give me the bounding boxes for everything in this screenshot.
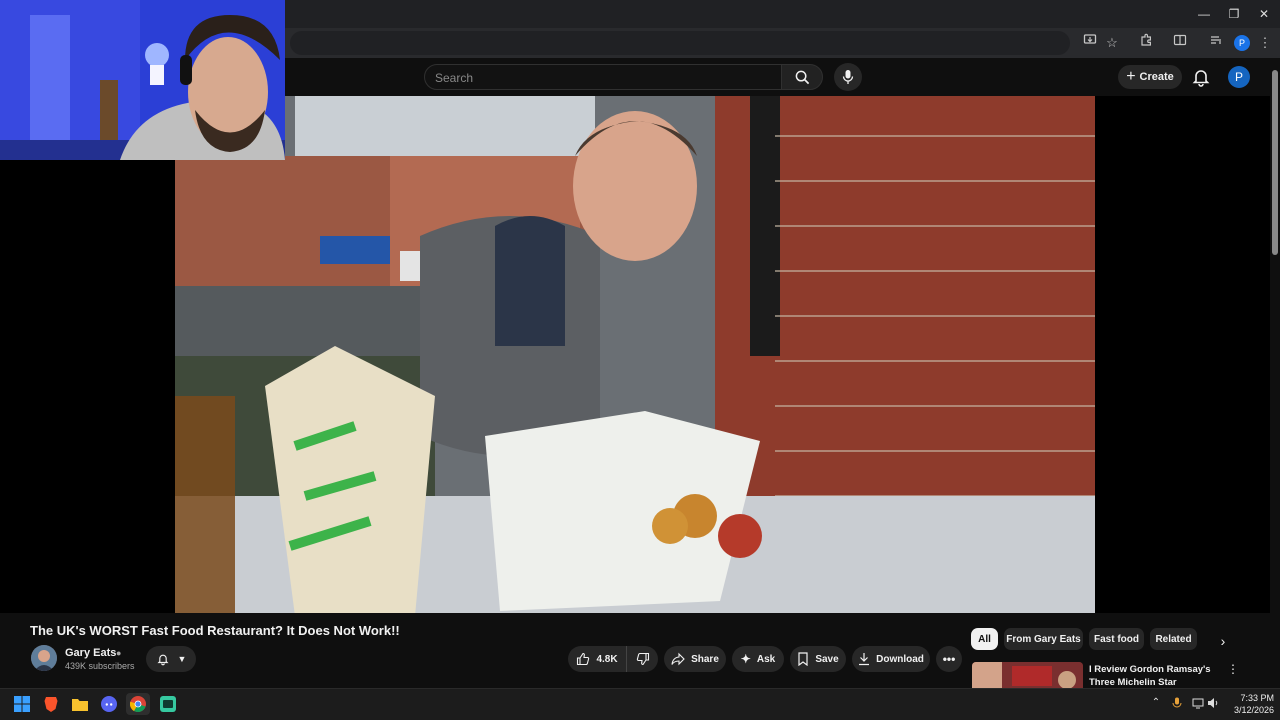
save-button[interactable]: Save xyxy=(790,646,846,672)
restore-button[interactable]: ❐ xyxy=(1223,4,1245,24)
voice-search-button[interactable] xyxy=(834,63,862,91)
more-horizontal-icon: ••• xyxy=(942,652,956,666)
channel-name[interactable]: Gary Eats xyxy=(65,647,116,659)
dislike-button[interactable] xyxy=(626,646,658,672)
video-title: The UK's WORST Fast Food Restaurant? It … xyxy=(30,623,400,638)
create-button[interactable]: + Create xyxy=(1118,65,1182,89)
share-label: Share xyxy=(691,653,719,665)
webcam-overlay xyxy=(0,0,285,160)
bookmark-icon xyxy=(798,652,808,666)
share-button[interactable]: Share xyxy=(664,646,726,672)
bookmark-star-icon[interactable]: ☆ xyxy=(1102,33,1122,53)
page-scrollbar-thumb[interactable] xyxy=(1272,70,1278,255)
microphone-tray-icon[interactable] xyxy=(1171,697,1183,709)
sparkle-icon: ✦ xyxy=(740,652,751,666)
install-app-icon[interactable] xyxy=(1080,33,1100,53)
chevron-up-icon[interactable]: ⌃ xyxy=(1150,697,1162,709)
download-icon xyxy=(859,653,870,666)
more-vertical-icon[interactable]: ⋮ xyxy=(1226,662,1240,678)
microphone-icon xyxy=(842,70,854,84)
minimize-button[interactable]: — xyxy=(1193,4,1215,24)
like-count: 4.8K xyxy=(596,653,618,665)
chip-fast-food[interactable]: Fast food xyxy=(1089,628,1144,650)
brave-browser-taskbar-icon[interactable] xyxy=(39,693,63,715)
volume-tray-icon[interactable] xyxy=(1207,697,1219,709)
chevron-down-icon: ▼ xyxy=(177,654,187,664)
more-actions-button[interactable]: ••• xyxy=(936,646,962,672)
webcam-image xyxy=(0,0,285,160)
chip-related[interactable]: Related xyxy=(1150,628,1197,650)
account-avatar[interactable]: P xyxy=(1228,66,1250,88)
network-tray-icon[interactable] xyxy=(1192,697,1204,709)
verified-badge-icon: ● xyxy=(116,648,122,658)
subscription-notifications-button[interactable]: ▼ xyxy=(146,646,196,672)
create-label: Create xyxy=(1139,71,1174,83)
media-controls-icon[interactable] xyxy=(1206,33,1226,53)
close-window-button[interactable]: ✕ xyxy=(1253,4,1275,24)
bell-icon xyxy=(1192,70,1210,87)
video-thumbnail-image xyxy=(175,96,1095,613)
address-bar[interactable] xyxy=(290,31,1070,55)
file-explorer-taskbar-icon[interactable] xyxy=(68,693,92,715)
subscriber-count: 439K subscribers xyxy=(65,661,135,671)
search-input[interactable] xyxy=(435,69,765,87)
share-icon xyxy=(671,652,685,666)
chrome-taskbar-icon[interactable] xyxy=(126,693,150,715)
ask-button[interactable]: ✦ Ask xyxy=(732,646,784,672)
app-taskbar-icon[interactable] xyxy=(156,693,180,715)
save-label: Save xyxy=(815,653,839,665)
thumbs-up-icon xyxy=(577,652,590,666)
browser-menu-icon[interactable]: ⋮ xyxy=(1255,33,1275,53)
windows-taskbar xyxy=(0,688,1280,720)
discord-taskbar-icon[interactable] xyxy=(97,693,121,715)
chip-from-gary-eats[interactable]: From Gary Eats xyxy=(1004,628,1083,650)
thumbs-down-icon xyxy=(636,652,649,666)
like-button[interactable]: 4.8K xyxy=(568,646,626,672)
taskbar-clock-date[interactable]: 3/12/2026 xyxy=(1222,705,1274,715)
ask-label: Ask xyxy=(756,653,776,665)
search-button[interactable] xyxy=(781,64,823,90)
plus-icon: + xyxy=(1126,68,1136,85)
browser-profile-avatar[interactable]: P xyxy=(1234,35,1250,51)
windows-logo-icon xyxy=(14,696,30,712)
start-button[interactable] xyxy=(10,693,34,715)
notifications-button[interactable] xyxy=(1190,66,1212,88)
taskbar-clock-time[interactable]: 7:33 PM xyxy=(1228,693,1274,703)
video-frame[interactable] xyxy=(175,96,1095,613)
download-button[interactable]: Download xyxy=(852,646,930,672)
chip-all[interactable]: All xyxy=(971,628,998,650)
chevron-right-icon[interactable]: › xyxy=(1214,632,1232,650)
channel-avatar[interactable] xyxy=(31,645,57,671)
search-icon xyxy=(795,70,810,85)
search-box xyxy=(424,64,782,90)
extensions-icon[interactable] xyxy=(1136,33,1156,53)
split-view-icon[interactable] xyxy=(1170,33,1190,53)
bell-icon xyxy=(157,654,169,666)
download-label: Download xyxy=(876,653,924,665)
